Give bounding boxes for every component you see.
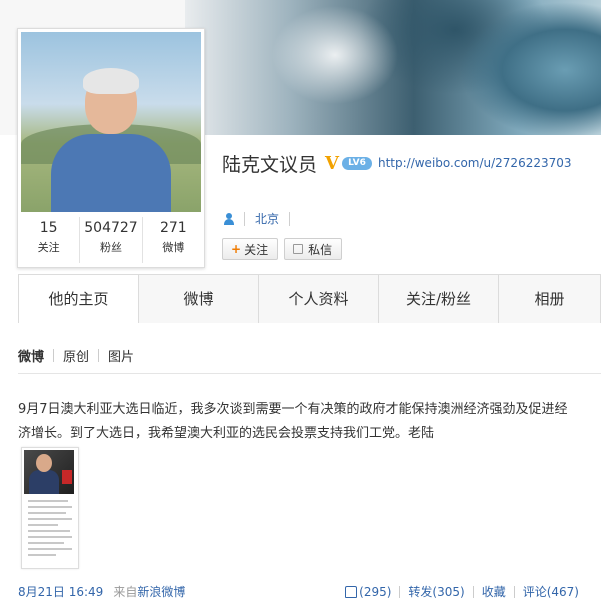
thumbnail-suit xyxy=(29,470,59,494)
post-image-thumbnail[interactable] xyxy=(21,447,79,569)
user-icon xyxy=(224,212,234,225)
tab-profile-info[interactable]: 个人资料 xyxy=(259,275,379,323)
post-date-link[interactable]: 8月21日 16:49 xyxy=(18,583,103,600)
profile-actions: + 关注 私信 xyxy=(222,238,348,260)
divider xyxy=(513,585,515,598)
comment-link[interactable]: 评论(467) xyxy=(523,583,579,600)
repost-link[interactable]: 转发(305) xyxy=(408,583,464,600)
thumbnail-line xyxy=(28,542,64,544)
plus-icon: + xyxy=(231,242,242,256)
post-actions: (295) 转发(305) 收藏 评论(467) xyxy=(345,583,579,600)
thumbnail-line xyxy=(28,536,72,538)
tab-weibo[interactable]: 微博 xyxy=(139,275,259,323)
divider xyxy=(399,585,401,598)
profile-name: 陆克文议员 xyxy=(222,153,318,176)
stat-followers-label: 粉丝 xyxy=(99,241,122,254)
tab-home[interactable]: 他的主页 xyxy=(19,275,139,323)
thumbnail-face xyxy=(36,454,52,472)
stat-posts[interactable]: 271 微博 xyxy=(143,217,204,263)
verified-badge[interactable]: V xyxy=(325,153,339,174)
message-button[interactable]: 私信 xyxy=(284,238,343,260)
favorite-link[interactable]: 收藏 xyxy=(482,583,506,600)
tab-album[interactable]: 相册 xyxy=(499,275,600,323)
location-row: 北京 xyxy=(224,210,300,227)
profile-name-row: 陆克文议员 V LV6 http://weibo.com/u/272622370… xyxy=(222,150,572,176)
avatar-card: 15 关注 504727 粉丝 271 微博 xyxy=(17,28,205,268)
profile-tabs: 他的主页 微博 个人资料 关注/粉丝 相册 xyxy=(18,274,601,324)
divider xyxy=(244,211,245,226)
avatar-hair xyxy=(83,68,139,94)
stat-following-count: 15 xyxy=(39,220,58,236)
follow-button[interactable]: + 关注 xyxy=(222,238,279,260)
thumbnail-line xyxy=(28,518,72,520)
avatar-person xyxy=(51,68,171,212)
filter-all-weibo[interactable]: 微博 xyxy=(18,346,44,365)
thumbnail-text-lines xyxy=(28,500,72,560)
divider xyxy=(472,585,474,598)
like-count-link[interactable]: (295) xyxy=(359,585,391,599)
filter-pictures[interactable]: 图片 xyxy=(108,346,134,365)
stat-following[interactable]: 15 关注 xyxy=(18,217,81,263)
thumbnail-flag xyxy=(62,470,72,484)
cover-image xyxy=(185,0,601,135)
level-badge[interactable]: LV6 xyxy=(341,156,372,170)
profile-url-link[interactable]: http://weibo.com/u/2726223703 xyxy=(378,156,572,170)
stat-followers-count: 504727 xyxy=(84,220,138,236)
thumbnail-line xyxy=(28,524,58,526)
location-link[interactable]: 北京 xyxy=(255,210,279,227)
post-text: 9月7日澳大利亚大选日临近，我多次谈到需要一个有决策的政府才能保持澳洲经济强劲及… xyxy=(18,402,568,441)
thumbnail-photo xyxy=(24,450,74,494)
tab-following-followers[interactable]: 关注/粉丝 xyxy=(379,275,499,323)
follow-button-label: 关注 xyxy=(244,242,269,257)
stat-followers[interactable]: 504727 粉丝 xyxy=(80,217,143,263)
stat-following-label: 关注 xyxy=(37,241,60,254)
feed-panel xyxy=(0,323,601,613)
divider xyxy=(18,373,601,374)
feed-filter-tabs: 微博 原创 图片 xyxy=(18,346,134,365)
divider xyxy=(53,349,55,362)
filter-original[interactable]: 原创 xyxy=(63,346,89,365)
divider xyxy=(289,211,291,226)
post-source-link[interactable]: 新浪微博 xyxy=(137,583,185,600)
message-button-label: 私信 xyxy=(308,242,333,257)
thumbnail-line xyxy=(28,500,68,502)
thumbnail-line xyxy=(28,548,72,550)
profile-stats: 15 关注 504727 粉丝 271 微博 xyxy=(18,217,204,263)
avatar-shirt xyxy=(51,134,171,212)
stat-posts-count: 271 xyxy=(159,220,187,236)
post-meta: 8月21日 16:49 来自 新浪微博 (295) 转发(305) 收藏 评论(… xyxy=(18,583,579,600)
thumbnail-line xyxy=(28,512,66,514)
avatar[interactable] xyxy=(21,32,201,212)
message-icon xyxy=(293,244,304,254)
thumbnail-line xyxy=(28,506,72,508)
divider xyxy=(98,349,100,362)
thumbnail-line xyxy=(28,554,56,556)
stat-posts-label: 微博 xyxy=(162,241,185,254)
thumbs-up-icon[interactable] xyxy=(345,585,358,598)
post-source-prefix: 来自 xyxy=(113,585,138,599)
thumbnail-line xyxy=(28,530,70,532)
